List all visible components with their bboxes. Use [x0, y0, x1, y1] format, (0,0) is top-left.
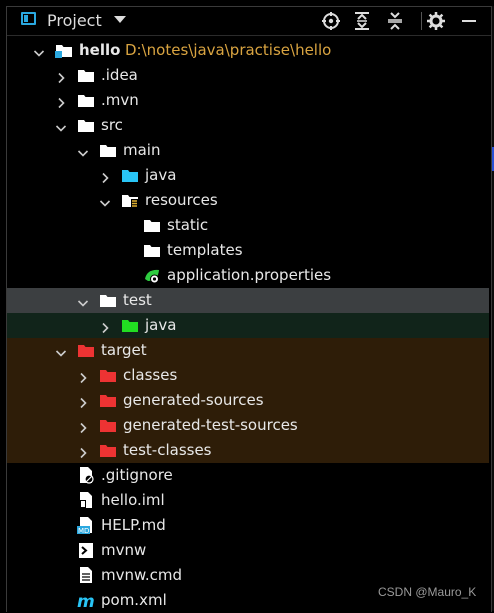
- tree-row[interactable]: generated-sources: [7, 388, 489, 413]
- locate-file-icon[interactable]: [321, 11, 341, 31]
- tree-item-label: hello: [79, 41, 121, 59]
- maven-icon: m: [77, 592, 95, 612]
- excluded-folder-icon: [99, 417, 117, 434]
- iml-file-icon: [77, 492, 95, 509]
- excluded-folder-icon: [99, 367, 117, 384]
- excluded-folder-icon: [99, 442, 117, 459]
- tree-item-label: pom.xml: [101, 591, 167, 609]
- tree-item-label: .idea: [101, 66, 138, 84]
- folder-icon: [99, 142, 117, 159]
- chevron-right-icon[interactable]: [77, 419, 89, 434]
- expand-all-icon[interactable]: [352, 11, 372, 31]
- folder-icon: [99, 292, 117, 309]
- tree-row[interactable]: resources: [7, 188, 489, 213]
- tree-row[interactable]: test: [7, 288, 489, 313]
- shell-script-icon: [77, 542, 95, 559]
- chevron-down-icon[interactable]: [55, 119, 67, 132]
- svg-text:MD: MD: [78, 527, 89, 534]
- test-source-folder-icon: [121, 317, 139, 334]
- svg-text:m: m: [77, 592, 95, 609]
- tree-row[interactable]: hello.iml: [7, 488, 489, 513]
- project-toolbar: Project: [7, 7, 491, 36]
- gitignore-file-icon: [77, 467, 95, 484]
- chevron-right-icon[interactable]: [77, 394, 89, 409]
- chevron-right-icon[interactable]: [99, 319, 111, 334]
- tree-row[interactable]: hello D:\notes\java\practise\hello: [7, 38, 489, 63]
- project-tool-window: Project hello D:\notes\java\practise\hell…: [6, 6, 492, 612]
- tree-item-label: HELP.md: [101, 516, 166, 534]
- resources-folder-icon: [121, 192, 139, 209]
- tree-row[interactable]: classes: [7, 363, 489, 388]
- tree-item-label: java: [145, 316, 177, 334]
- spring-properties-icon: [143, 267, 161, 284]
- chevron-right-icon[interactable]: [55, 94, 67, 109]
- tree-item-label: static: [167, 216, 209, 234]
- view-dropdown-icon[interactable]: [114, 16, 126, 23]
- tree-row[interactable]: .mvn: [7, 88, 489, 113]
- tree-row[interactable]: .idea: [7, 63, 489, 88]
- folder-icon: [77, 117, 95, 134]
- folder-icon: [143, 217, 161, 234]
- tree-item-label: classes: [123, 366, 178, 384]
- chevron-right-icon[interactable]: [55, 69, 67, 84]
- chevron-down-icon[interactable]: [77, 144, 89, 157]
- markdown-file-icon: MD: [77, 517, 95, 535]
- tree-row[interactable]: src: [7, 113, 489, 138]
- module-path: D:\notes\java\practise\hello: [125, 41, 332, 59]
- tree-row[interactable]: .gitignore: [7, 463, 489, 488]
- chevron-right-icon[interactable]: [99, 169, 111, 184]
- tree-item-label: .gitignore: [101, 466, 173, 484]
- tree-item-label: generated-test-sources: [123, 416, 298, 434]
- tree-row[interactable]: java: [7, 313, 489, 338]
- watermark: CSDN @Mauro_K: [378, 585, 477, 599]
- hide-panel-icon[interactable]: [459, 11, 479, 31]
- tree-row[interactable]: application.properties: [7, 263, 489, 288]
- tree-item-label: java: [145, 166, 177, 184]
- tree-row[interactable]: java: [7, 163, 489, 188]
- chevron-down-icon[interactable]: [33, 44, 45, 57]
- tree-item-label: mvnw: [101, 541, 147, 559]
- gear-icon[interactable]: [426, 11, 446, 31]
- tree-item-label: resources: [145, 191, 218, 209]
- tree-item-label: src: [101, 116, 123, 134]
- tree-row[interactable]: static: [7, 213, 489, 238]
- chevron-down-icon[interactable]: [77, 294, 89, 307]
- tree-row[interactable]: main: [7, 138, 489, 163]
- chevron-down-icon[interactable]: [55, 344, 67, 357]
- tree-item-label: test-classes: [123, 441, 212, 459]
- tree-item-label: templates: [167, 241, 243, 259]
- tree-item-label: hello.iml: [101, 491, 165, 509]
- folder-icon: [143, 242, 161, 259]
- tree-item-label: mvnw.cmd: [101, 566, 183, 584]
- toolbar-separator: [421, 12, 422, 30]
- text-file-icon: [77, 567, 95, 584]
- tree-row[interactable]: test-classes: [7, 438, 489, 463]
- chevron-down-icon[interactable]: [99, 194, 111, 207]
- chevron-right-icon[interactable]: [77, 369, 89, 384]
- module-folder-icon: [55, 42, 73, 59]
- chevron-right-icon[interactable]: [77, 444, 89, 459]
- tree-row[interactable]: generated-test-sources: [7, 413, 489, 438]
- source-folder-icon: [121, 167, 139, 184]
- tree-item-label: test: [123, 291, 152, 309]
- project-view-title[interactable]: Project: [47, 11, 102, 30]
- tree-row[interactable]: templates: [7, 238, 489, 263]
- tree-item-label: target: [101, 341, 147, 359]
- tree-item-label: .mvn: [101, 91, 139, 109]
- tree-row[interactable]: target: [7, 338, 489, 363]
- excluded-folder-icon: [99, 392, 117, 409]
- project-window-icon: [21, 12, 36, 25]
- tree-row[interactable]: mvnw: [7, 538, 489, 563]
- tree-item-label: main: [123, 141, 161, 159]
- excluded-folder-icon: [77, 342, 95, 359]
- folder-icon: [77, 92, 95, 109]
- collapse-all-icon[interactable]: [385, 11, 405, 31]
- tree-item-label: generated-sources: [123, 391, 264, 409]
- tree-row[interactable]: MD HELP.md: [7, 513, 489, 538]
- tree-item-label: application.properties: [167, 266, 332, 284]
- folder-icon: [77, 67, 95, 84]
